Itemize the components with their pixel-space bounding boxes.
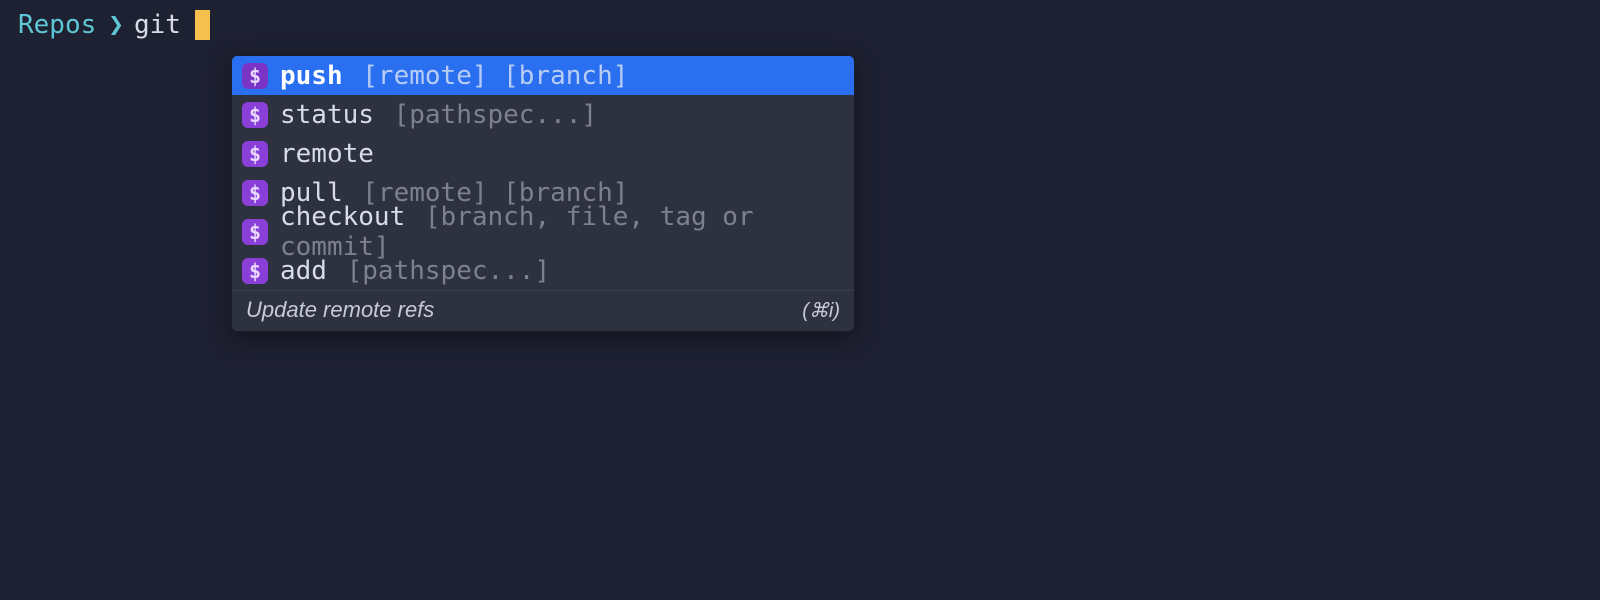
prompt-command: git [134, 10, 181, 40]
dollar-icon: $ [242, 180, 268, 206]
suggestion-text: status [pathspec...] [280, 100, 597, 130]
dollar-icon: $ [242, 141, 268, 167]
dollar-icon: $ [242, 219, 268, 245]
suggestion-text: checkout [branch, file, tag or commit] [280, 202, 844, 262]
dollar-icon: $ [242, 102, 268, 128]
suggestion-name: add [280, 256, 327, 286]
suggestion-text: remote [280, 139, 374, 169]
dollar-icon: $ [242, 63, 268, 89]
prompt-line[interactable]: Repos ❯ git [0, 0, 1600, 42]
prompt-directory: Repos [18, 10, 96, 40]
suggestion-checkout[interactable]: $checkout [branch, file, tag or commit] [232, 212, 854, 251]
suggestion-args: [pathspec...] [331, 256, 550, 286]
suggestion-name: checkout [280, 202, 405, 232]
suggestion-status[interactable]: $ status [pathspec...] [232, 95, 854, 134]
suggestion-text: push [remote] [branch] [280, 61, 628, 91]
popup-footer: Update remote refs (⌘i) [232, 290, 854, 331]
suggestion-name: push [280, 61, 343, 91]
dollar-icon: $ [242, 258, 268, 284]
autocomplete-popup: $ push [remote] [branch] $ status [pathspec… [231, 55, 855, 332]
suggestion-push[interactable]: $ push [remote] [branch] [232, 56, 854, 95]
prompt-separator-icon: ❯ [108, 10, 124, 40]
cursor-icon [195, 10, 210, 40]
suggestion-text: add [pathspec...] [280, 256, 550, 286]
suggestion-args: [pathspec...] [378, 100, 597, 130]
suggestion-name: status [280, 100, 374, 130]
suggestion-description: Update remote refs [246, 297, 434, 323]
suggestion-args: [remote] [branch] [347, 61, 629, 91]
suggestion-remote[interactable]: $ remote [232, 134, 854, 173]
info-shortcut-hint: (⌘i) [802, 298, 840, 323]
suggestion-name: remote [280, 139, 374, 169]
